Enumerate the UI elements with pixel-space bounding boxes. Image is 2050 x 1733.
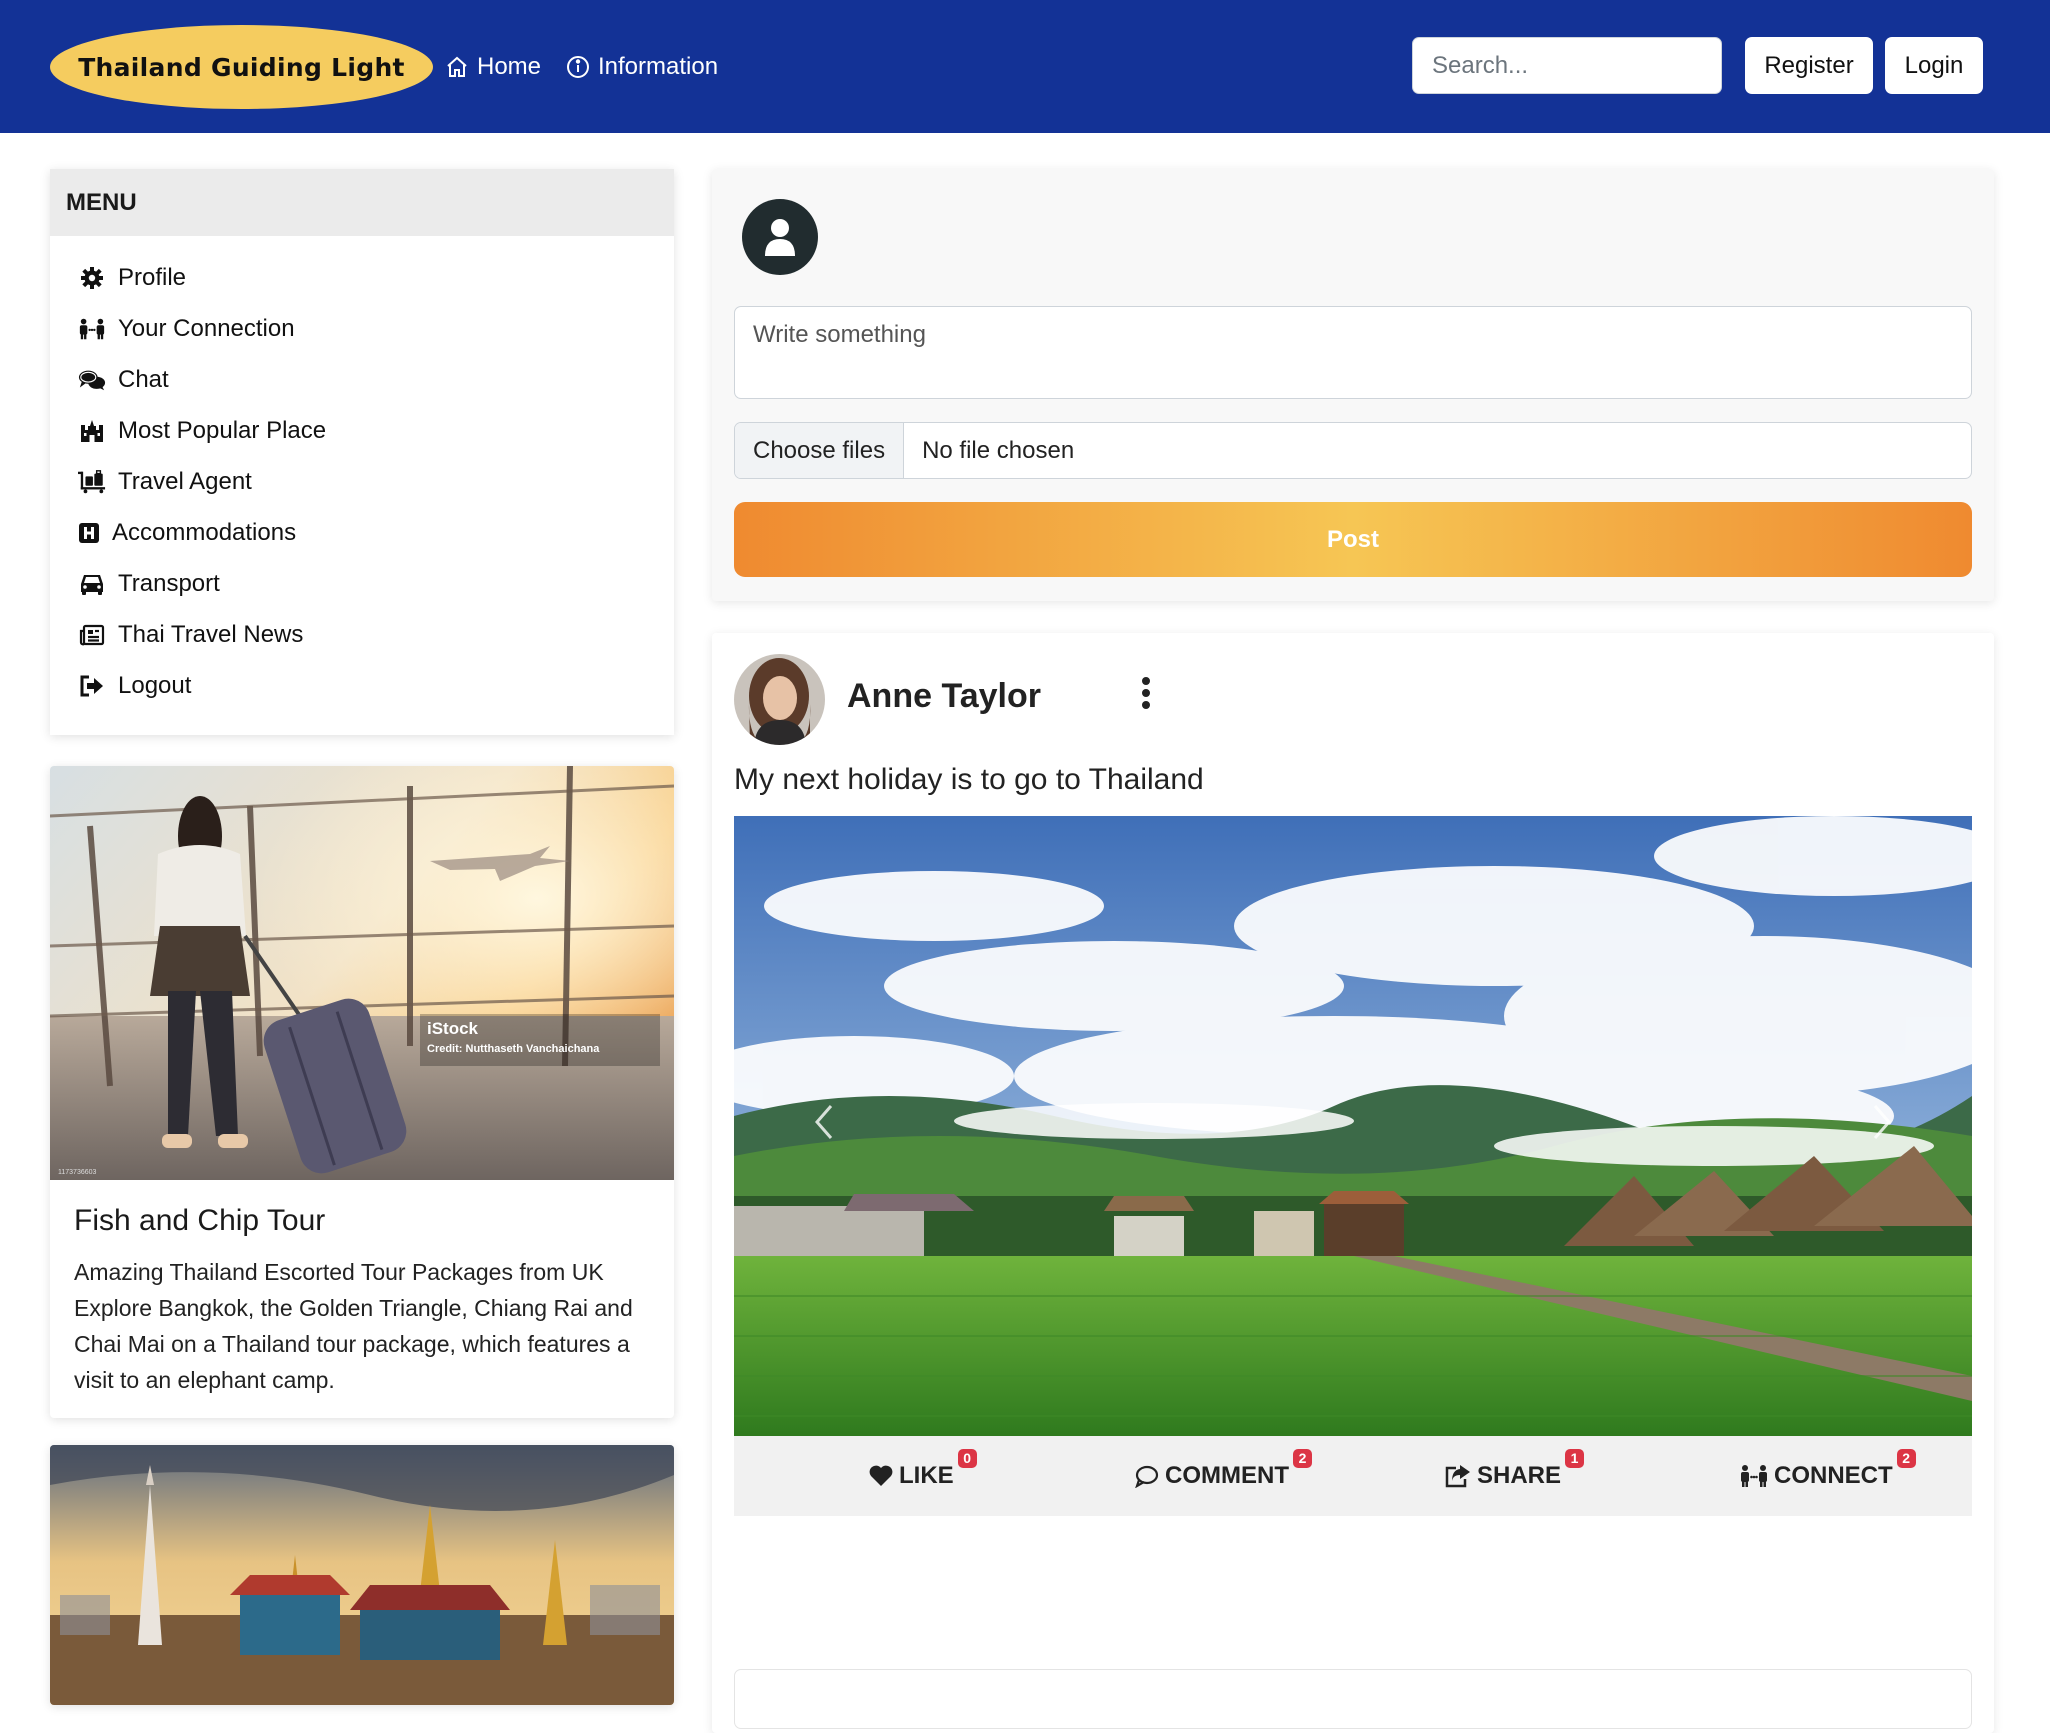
gear-icon <box>78 264 106 292</box>
sidebar-item-logout[interactable]: Logout <box>50 660 674 711</box>
sidebar-item-label: Thai Travel News <box>118 620 304 648</box>
nav-home-label: Home <box>477 53 542 80</box>
car-icon <box>78 570 106 598</box>
sidebar-item-accommodations[interactable]: Accommodations <box>50 507 674 558</box>
heart-icon <box>869 1465 893 1486</box>
sidebar-item-your-connection[interactable]: Your Connection <box>50 303 674 354</box>
luggage-cart-icon <box>78 468 106 496</box>
comment-icon <box>1135 1465 1159 1488</box>
sidebar-item-label: Profile <box>118 263 187 291</box>
nav-home-link[interactable]: Home <box>445 48 541 86</box>
carousel-next-icon[interactable] <box>1862 1092 1902 1152</box>
post-image-carousel[interactable] <box>734 816 1972 1436</box>
landmark-icon <box>78 417 106 445</box>
post-composer: Choose files No file chosen Post <box>712 169 1994 601</box>
nav-information-link[interactable]: Information <box>566 48 718 86</box>
sidebar-menu: MENU Profile Your Connection Chat Most P… <box>50 169 674 735</box>
tour-image-credit: Credit: Nutthaseth Vanchaichana <box>427 1043 600 1055</box>
temple-card[interactable] <box>50 1445 674 1705</box>
sidebar-item-most-popular-place[interactable]: Most Popular Place <box>50 405 674 456</box>
top-navbar: Thailand Guiding Light Home Information … <box>0 0 2050 133</box>
author-avatar[interactable] <box>734 654 825 745</box>
tour-image-id: 1173736603 <box>58 1169 97 1176</box>
feed-post: Anne Taylor My next holiday is to go to … <box>712 633 1994 1733</box>
people-connect-icon <box>1741 1465 1767 1487</box>
sidebar-item-label: Your Connection <box>118 314 295 342</box>
hotel-h-icon <box>78 519 100 547</box>
like-count-badge: 0 <box>957 1448 977 1468</box>
tour-description: Amazing Thailand Escorted Tour Packages … <box>74 1259 633 1393</box>
like-button[interactable]: LIKE 0 <box>868 1436 977 1516</box>
more-options-icon[interactable] <box>1134 673 1158 713</box>
register-button[interactable]: Register <box>1745 37 1873 94</box>
people-connect-icon <box>78 315 106 343</box>
share-button[interactable]: SHARE 1 <box>1444 1436 1585 1516</box>
comment-count-badge: 2 <box>1292 1448 1312 1468</box>
comment-label: COMMENT <box>1165 1462 1289 1489</box>
sidebar-item-label: Logout <box>118 671 192 699</box>
comment-area[interactable] <box>734 1669 1972 1729</box>
login-button[interactable]: Login <box>1885 37 1983 94</box>
info-circle-icon <box>567 56 589 78</box>
sidebar-item-label: Chat <box>118 365 169 393</box>
connect-count-badge: 2 <box>1896 1448 1916 1468</box>
brand-logo[interactable]: Thailand Guiding Light <box>50 25 433 109</box>
logout-icon <box>78 672 106 700</box>
tour-card[interactable]: iStock Credit: Nutthaseth Vanchaichana 1… <box>50 766 674 1418</box>
share-icon <box>1445 1465 1470 1488</box>
sidebar-item-label: Transport <box>118 569 220 597</box>
home-icon <box>447 56 467 77</box>
carousel-prev-icon[interactable] <box>804 1092 844 1152</box>
nav-information-label: Information <box>598 53 719 80</box>
newspaper-icon <box>78 621 106 649</box>
post-action-bar: LIKE 0 COMMENT 2 SHARE 1 CONNECT 2 <box>734 1436 1972 1516</box>
sidebar-item-thai-travel-news[interactable]: Thai Travel News <box>50 609 674 660</box>
share-count-badge: 1 <box>1565 1448 1585 1468</box>
user-avatar-icon <box>742 199 818 275</box>
connect-button[interactable]: CONNECT 2 <box>1739 1436 1916 1516</box>
menu-title: MENU <box>50 169 674 236</box>
choose-files-button[interactable]: Choose files <box>735 423 905 478</box>
sidebar-item-chat[interactable]: Chat <box>50 354 674 405</box>
sidebar-item-label: Most Popular Place <box>118 416 327 444</box>
like-label: LIKE <box>899 1462 954 1489</box>
connect-label: CONNECT <box>1774 1462 1893 1489</box>
sidebar-item-profile[interactable]: Profile <box>50 252 674 303</box>
share-label: SHARE <box>1477 1462 1562 1489</box>
chat-bubbles-icon <box>78 366 106 394</box>
file-upload-field[interactable]: Choose files No file chosen <box>734 422 1972 479</box>
tour-image-watermark: iStock <box>427 1019 479 1038</box>
post-button[interactable]: Post <box>734 502 1972 577</box>
search-input[interactable] <box>1412 37 1722 94</box>
file-status-text: No file chosen <box>922 436 1075 464</box>
sidebar-item-label: Accommodations <box>112 518 297 546</box>
brand-name: Thailand Guiding Light <box>78 52 405 82</box>
sidebar-item-travel-agent[interactable]: Travel Agent <box>50 456 674 507</box>
post-text-input[interactable] <box>734 306 1972 399</box>
post-text: My next holiday is to go to Thailand <box>734 763 1204 796</box>
sidebar-item-label: Travel Agent <box>118 467 252 495</box>
post-photo <box>734 816 1972 1436</box>
tour-title: Fish and Chip Tour <box>74 1204 326 1237</box>
comment-button[interactable]: COMMENT 2 <box>1134 1436 1312 1516</box>
sidebar-item-transport[interactable]: Transport <box>50 558 674 609</box>
tour-image: iStock Credit: Nutthaseth Vanchaichana 1… <box>50 766 674 1180</box>
post-author-name[interactable]: Anne Taylor <box>847 677 1041 716</box>
temple-image <box>50 1445 674 1705</box>
